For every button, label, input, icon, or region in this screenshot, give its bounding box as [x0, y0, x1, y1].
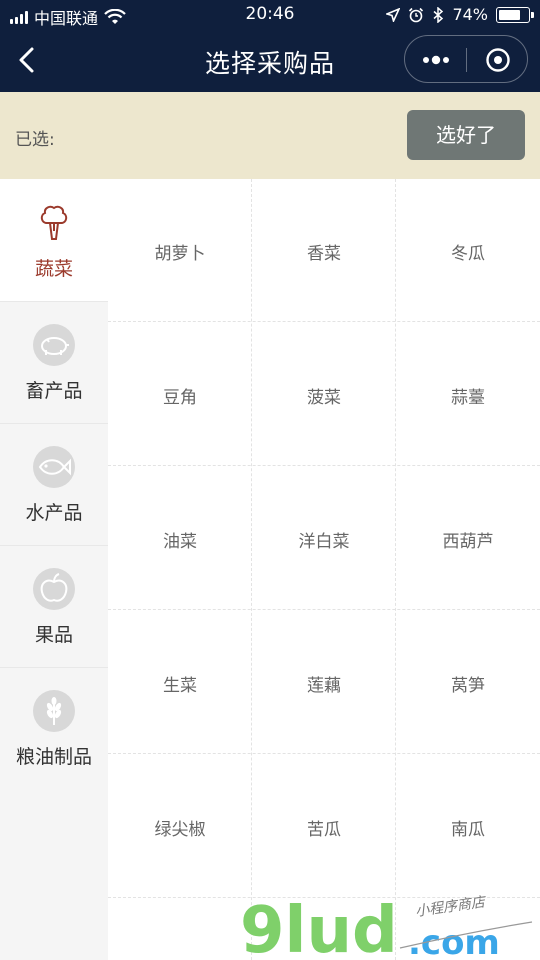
miniprogram-capsule — [404, 35, 528, 83]
battery-fill — [499, 9, 520, 20]
product-label: 莴笋 — [451, 676, 485, 696]
product-grid: 胡萝卜 香菜 冬瓜 豆角 菠菜 蒜薹 油菜 洋白菜 西葫芦 生菜 莲藕 莴笋 绿… — [108, 179, 540, 960]
product-item[interactable]: 冬瓜 — [396, 179, 540, 323]
category-label: 粮油制品 — [15, 746, 92, 768]
product-item[interactable]: 绿尖椒 — [108, 755, 252, 899]
product-label: 苦瓜 — [307, 820, 341, 840]
product-item[interactable]: 生菜 — [108, 611, 252, 755]
battery-icon — [496, 6, 534, 23]
battery-percent: 74% — [452, 5, 488, 24]
product-label: 豆角 — [163, 388, 197, 408]
product-item[interactable]: 胡萝卜 — [108, 179, 252, 323]
confirm-button[interactable]: 选好了 — [407, 110, 525, 160]
product-label: 莲藕 — [307, 676, 341, 696]
product-item[interactable]: 蒜薹 — [396, 323, 540, 467]
category-item-aquatic[interactable]: 水产品 — [0, 423, 108, 545]
watermark-tagline: 小程序商店 — [414, 894, 488, 920]
broccoli-icon — [40, 205, 68, 240]
category-sidebar: 蔬菜 畜产品 水产品 果品 粮油制品 — [0, 179, 108, 960]
product-label: 胡萝卜 — [154, 244, 206, 264]
product-item[interactable]: 苦瓜 — [252, 755, 396, 899]
product-label: 油菜 — [163, 532, 197, 552]
wheat-icon — [33, 690, 75, 732]
capsule-divider — [466, 48, 467, 72]
category-item-vegetables[interactable]: 蔬菜 — [0, 179, 108, 301]
nav-bar: 选择采购品 — [0, 30, 540, 92]
selection-bar: 已选: 选好了 — [0, 92, 540, 179]
product-item[interactable]: 莲藕 — [252, 611, 396, 755]
product-label: 南瓜 — [451, 820, 485, 840]
status-right: 74% — [386, 5, 534, 24]
status-bar: 中国联通 20:46 74% — [0, 0, 540, 30]
product-label: 西葫芦 — [442, 532, 494, 552]
product-label: 蒜薹 — [451, 388, 485, 408]
category-item-grain-oil[interactable]: 粮油制品 — [0, 667, 108, 789]
category-label: 蔬菜 — [34, 258, 73, 280]
product-item[interactable]: 香菜 — [252, 179, 396, 323]
watermark-domain: .com — [408, 923, 500, 960]
product-item[interactable]: 洋白菜 — [252, 467, 396, 611]
fish-icon — [33, 446, 75, 488]
product-item[interactable]: 油菜 — [108, 467, 252, 611]
selected-label: 已选: — [15, 130, 55, 150]
product-item[interactable]: 南瓜 — [396, 755, 540, 899]
product-item[interactable]: 菠菜 — [252, 323, 396, 467]
category-label: 水产品 — [25, 502, 83, 524]
category-item-fruits[interactable]: 果品 — [0, 545, 108, 667]
product-label: 洋白菜 — [298, 532, 350, 552]
product-item[interactable]: 豆角 — [108, 323, 252, 467]
location-icon — [386, 7, 401, 22]
product-label: 绿尖椒 — [154, 820, 206, 840]
product-item[interactable]: 西葫芦 — [396, 467, 540, 611]
bluetooth-icon — [433, 6, 444, 23]
watermark-logo: 9lud .com 小程序商店 — [240, 894, 533, 960]
more-dots-icon[interactable] — [419, 48, 453, 72]
product-label: 生菜 — [163, 676, 197, 696]
watermark-brand: 9lud — [240, 894, 398, 960]
category-label: 果品 — [34, 624, 73, 646]
category-label: 畜产品 — [25, 380, 83, 402]
close-target-icon[interactable] — [485, 47, 511, 73]
apple-icon — [33, 568, 75, 610]
alarm-icon — [409, 7, 424, 22]
product-item[interactable]: 莴笋 — [396, 611, 540, 755]
product-label: 冬瓜 — [451, 244, 485, 264]
product-label: 菠菜 — [307, 388, 341, 408]
product-label: 香菜 — [307, 244, 341, 264]
pig-icon — [33, 324, 75, 366]
category-item-livestock[interactable]: 畜产品 — [0, 301, 108, 423]
